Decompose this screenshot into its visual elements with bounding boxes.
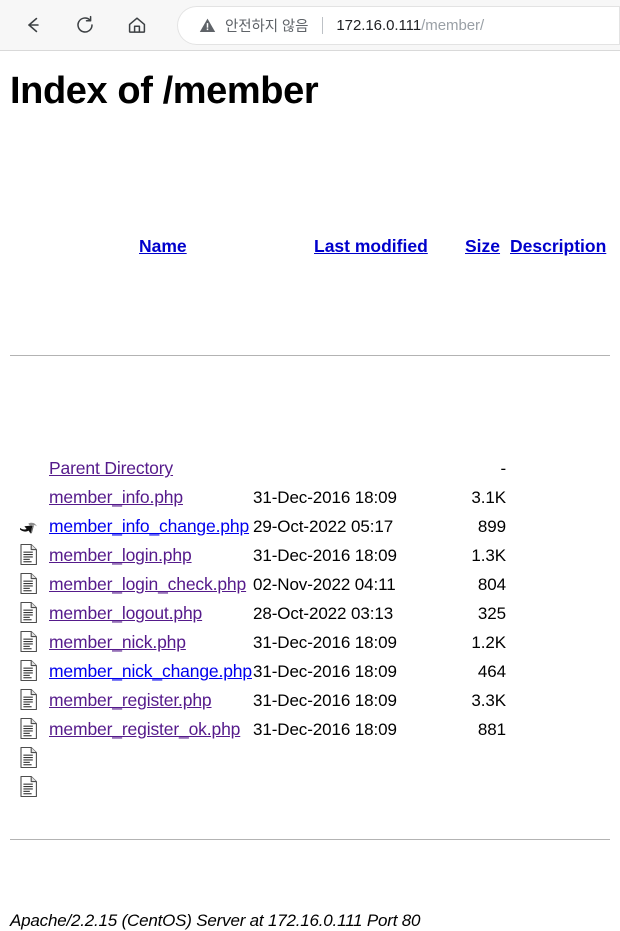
listing-header-row: Name Last modified Size Description bbox=[10, 232, 612, 261]
page-title: Index of /member bbox=[10, 70, 319, 112]
parent-directory-icon bbox=[18, 455, 40, 534]
text-file-icon bbox=[18, 542, 40, 624]
file-link[interactable]: member_login_check.php bbox=[49, 570, 246, 599]
sort-by-description-link[interactable]: Description bbox=[510, 232, 606, 261]
warning-triangle-icon bbox=[199, 17, 216, 34]
home-button[interactable] bbox=[118, 6, 156, 44]
security-status-chip[interactable]: 안전하지 않음 bbox=[199, 15, 308, 36]
size-value: 464 bbox=[477, 662, 506, 682]
text-file-icon bbox=[18, 658, 40, 740]
browser-toolbar: 안전하지 않음 172.16.0.111/member/ bbox=[0, 0, 620, 51]
file-link[interactable]: member_nick_change.php bbox=[49, 657, 252, 686]
url-host: 172.16.0.111 bbox=[336, 17, 422, 34]
last-modified-value: 31-Dec-2016 18:09 bbox=[253, 633, 397, 653]
size-value: 881 bbox=[477, 720, 506, 740]
address-bar[interactable]: 안전하지 않음 172.16.0.111/member/ bbox=[177, 6, 620, 45]
last-modified-value: 02-Nov-2022 04:11 bbox=[253, 575, 396, 595]
last-modified-value: 31-Dec-2016 18:09 bbox=[253, 662, 397, 682]
text-file-icon bbox=[18, 687, 40, 769]
footer-divider bbox=[10, 838, 610, 840]
last-modified-value: 31-Dec-2016 18:09 bbox=[253, 720, 397, 740]
file-link[interactable]: member_register.php bbox=[49, 686, 212, 715]
text-file-icon bbox=[18, 629, 40, 711]
file-link[interactable]: Parent Directory bbox=[49, 454, 173, 483]
last-modified-value: 28-Oct-2022 03:13 bbox=[253, 604, 394, 624]
sort-by-name-link[interactable]: Name bbox=[139, 232, 187, 261]
header-divider bbox=[10, 355, 610, 357]
size-value: 325 bbox=[477, 604, 506, 624]
text-file-icon bbox=[18, 716, 40, 798]
last-modified-value: 29-Oct-2022 05:17 bbox=[253, 517, 394, 537]
file-link[interactable]: member_login.php bbox=[49, 541, 192, 570]
listing-row: member_login_check.php 02-Nov-2022 04:11 8… bbox=[8, 568, 612, 653]
last-modified-value: 31-Dec-2016 18:09 bbox=[253, 488, 397, 508]
sort-by-size-link[interactable]: Size bbox=[465, 232, 500, 261]
back-button[interactable] bbox=[14, 6, 52, 44]
listing-row: member_nick_change.php 31-Dec-2016 18:09 4… bbox=[8, 655, 612, 740]
listing-row: member_info_change.php 29-Oct-2022 05:17 8… bbox=[8, 510, 612, 595]
text-file-icon bbox=[18, 571, 40, 653]
home-icon bbox=[126, 14, 148, 36]
file-link[interactable]: member_info.php bbox=[49, 483, 183, 512]
listing-row: member_register.php 31-Dec-2016 18:09 3.3K bbox=[8, 684, 612, 769]
sort-by-last-modified-link[interactable]: Last modified bbox=[314, 232, 428, 261]
url-path: /member/ bbox=[421, 17, 485, 34]
size-value: 1.3K bbox=[471, 546, 506, 566]
server-signature: Apache/2.2.15 (CentOS) Server at 172.16.… bbox=[10, 911, 421, 931]
directory-index-page: Index of /member Name Last modified Size… bbox=[0, 70, 620, 931]
text-file-icon bbox=[18, 513, 40, 595]
security-status-label: 안전하지 않음 bbox=[225, 19, 309, 35]
size-value: - bbox=[500, 459, 506, 479]
size-value: 3.3K bbox=[471, 691, 506, 711]
listing-row: member_info.php 31-Dec-2016 18:09 3.1K bbox=[8, 481, 612, 566]
size-value: 3.1K bbox=[471, 488, 506, 508]
directory-listing: Name Last modified Size Description Pare… bbox=[8, 144, 612, 899]
omnibox-divider bbox=[322, 17, 324, 34]
listing-row: member_register_ok.php 31-Dec-2016 18:09 8… bbox=[8, 713, 612, 798]
url-display[interactable]: 172.16.0.111/member/ bbox=[336, 17, 484, 34]
reload-button[interactable] bbox=[66, 6, 104, 44]
file-link[interactable]: member_nick.php bbox=[49, 628, 186, 657]
text-file-icon bbox=[18, 484, 40, 566]
back-arrow-icon bbox=[22, 14, 44, 36]
reload-icon bbox=[74, 14, 96, 36]
file-link[interactable]: member_info_change.php bbox=[49, 512, 249, 541]
listing-row: member_logout.php 28-Oct-2022 03:13 325 bbox=[8, 597, 612, 682]
file-link[interactable]: member_register_ok.php bbox=[49, 715, 240, 744]
size-value: 1.2K bbox=[471, 633, 506, 653]
listing-row: member_nick.php 31-Dec-2016 18:09 1.2K bbox=[8, 626, 612, 711]
listing-row: member_login.php 31-Dec-2016 18:09 1.3K bbox=[8, 539, 612, 624]
text-file-icon bbox=[18, 600, 40, 682]
size-value: 899 bbox=[477, 517, 506, 537]
file-link[interactable]: member_logout.php bbox=[49, 599, 202, 628]
last-modified-value: 31-Dec-2016 18:09 bbox=[253, 546, 397, 566]
last-modified-value: 31-Dec-2016 18:09 bbox=[253, 691, 397, 711]
size-value: 804 bbox=[477, 575, 506, 595]
listing-row: Parent Directory - bbox=[8, 452, 612, 534]
listing-rows: Parent Directory - member_info.php 31-Dec-… bbox=[8, 452, 612, 798]
